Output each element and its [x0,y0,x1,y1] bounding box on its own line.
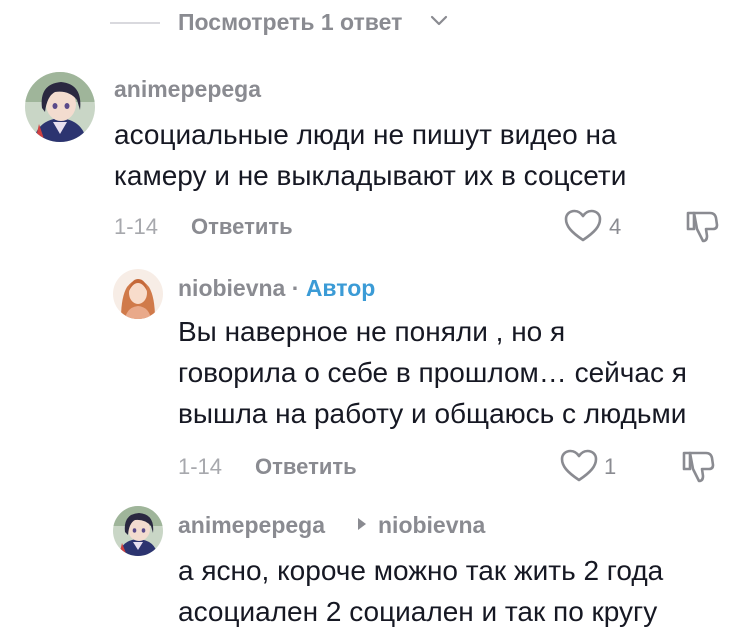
heart-icon[interactable] [559,448,599,484]
separator-dot: · [291,275,300,301]
comment-text: камеру и не выкладывают их в соцсети [114,160,627,191]
comment-text: асоциальные люди не пишут видео на [114,119,617,150]
comment-username[interactable]: animepepega [114,76,261,103]
comment-text: Вы наверное не поняли , но я [178,316,566,347]
avatar[interactable] [25,72,95,142]
view-replies-button[interactable]: Посмотреть 1 ответ [178,9,402,36]
comment-date: 1-14 [114,214,159,239]
dislike-icon[interactable] [680,448,716,484]
avatar[interactable] [113,269,163,319]
comment-text: говорила о себе в прошлом… сейчас я [178,357,687,388]
comment-text: асоциален 2 социален и так по кругу [178,596,658,627]
dislike-icon[interactable] [684,208,720,244]
author-badge: Автор [305,275,376,301]
comment-text: вышла на работу и общаюсь с людьми [178,398,687,429]
reply-to-username[interactable]: niobievna [378,512,485,539]
username-text[interactable]: niobievna [178,275,285,301]
like-count: 4 [609,214,622,239]
reply-arrow-icon [358,518,366,530]
avatar[interactable] [113,506,163,556]
chevron-down-icon[interactable] [429,14,449,28]
heart-icon[interactable] [563,208,603,244]
comment-date: 1-14 [178,454,223,479]
reply-button[interactable]: Ответить [191,214,293,240]
comment-username[interactable]: animepepega [178,512,325,539]
username-text[interactable]: animepepega [178,512,325,538]
reply-button[interactable]: Ответить [255,454,357,480]
like-count: 1 [604,454,617,479]
comment-text: а ясно, короче можно так жить 2 года [178,555,664,586]
divider-line [110,22,160,24]
comment-username[interactable]: niobievna · Автор [178,275,375,302]
